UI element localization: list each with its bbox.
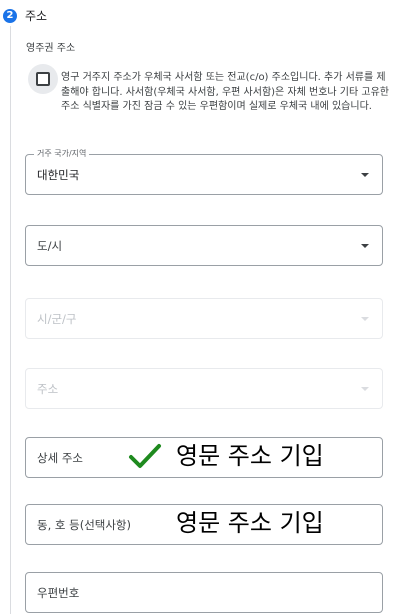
- dropdown-arrow-icon: [361, 387, 369, 391]
- checkmark-icon: [129, 444, 161, 468]
- dropdown-arrow-icon: [361, 173, 369, 177]
- country-label: 거주 국가/지역: [34, 149, 90, 159]
- postal-code-input[interactable]: 우편번호: [25, 572, 383, 613]
- section-heading: 영주권 주소: [26, 43, 76, 54]
- country-value: 대한민국: [37, 168, 80, 182]
- detail-address-placeholder: 상세 주소: [37, 451, 83, 465]
- province-select[interactable]: 도/시: [25, 225, 383, 266]
- province-placeholder: 도/시: [37, 239, 63, 253]
- postal-code-placeholder: 우편번호: [37, 586, 80, 600]
- address-select[interactable]: 주소: [25, 368, 383, 409]
- dropdown-arrow-icon: [361, 244, 369, 248]
- city-select[interactable]: 시/군/구: [25, 298, 383, 339]
- checkbox-box-icon: [36, 72, 50, 86]
- city-placeholder: 시/군/구: [37, 312, 77, 326]
- address-placeholder: 주소: [37, 382, 59, 396]
- annotation-detail-note: 영문 주소 기입: [176, 442, 324, 470]
- annotation-building-note: 영문 주소 기입: [176, 509, 324, 537]
- po-box-checkbox-label: 영구 거주지 주소가 우체국 사서함 또는 전교(c/o) 주소입니다. 추가 …: [61, 72, 389, 112]
- dropdown-arrow-icon: [361, 317, 369, 321]
- stepper-line: [10, 26, 11, 614]
- country-select[interactable]: 거주 국가/지역 대한민국: [25, 149, 383, 195]
- step-title: 주소: [25, 9, 48, 23]
- step-number-badge: 2: [3, 9, 17, 23]
- building-unit-placeholder: 동, 호 등(선택사항): [37, 518, 131, 532]
- po-box-checkbox[interactable]: [28, 64, 58, 94]
